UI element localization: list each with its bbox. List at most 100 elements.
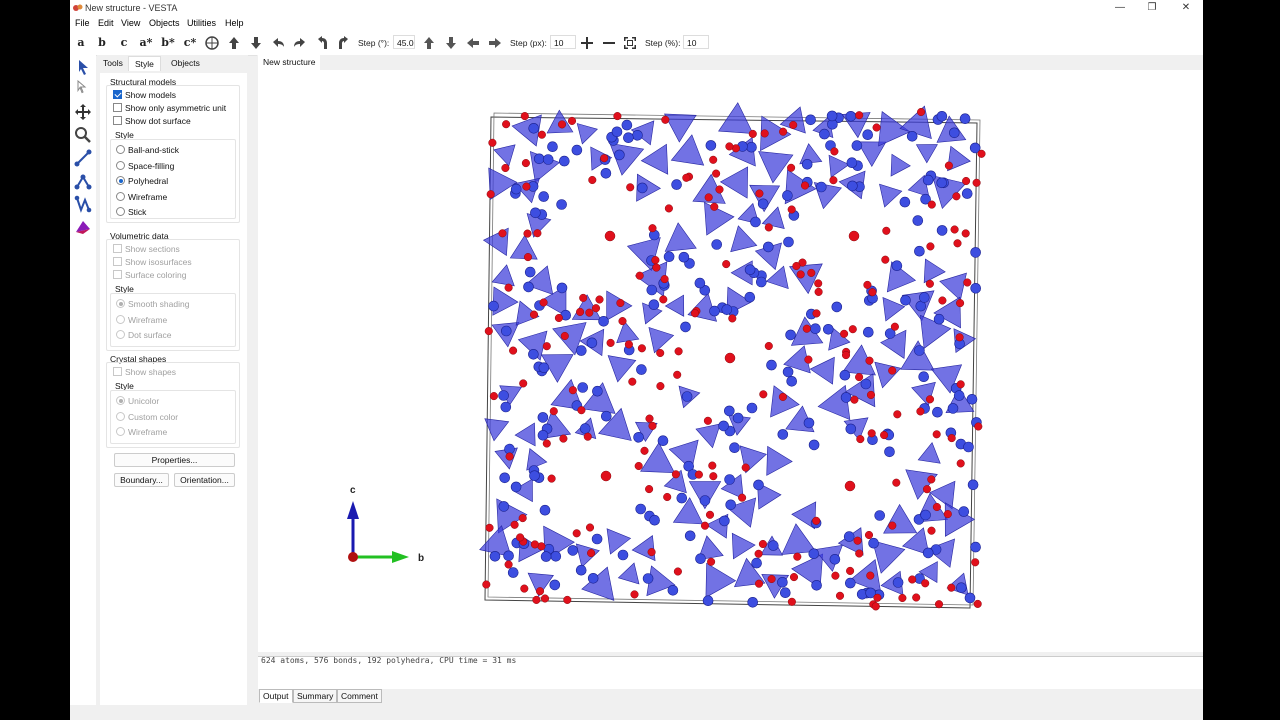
dihedral-tool-icon[interactable]	[74, 195, 92, 213]
show-isosurfaces-checkbox[interactable]	[113, 257, 122, 266]
atom	[958, 506, 970, 517]
view-along-b-star-button[interactable]: b*	[160, 35, 176, 51]
menu-file[interactable]: File	[75, 18, 90, 28]
atom	[633, 431, 644, 443]
atom	[592, 385, 603, 397]
translate-tool-icon[interactable]	[74, 103, 92, 121]
oxygen-atom	[814, 287, 823, 296]
minimize-icon[interactable]: —	[1105, 1, 1135, 15]
smooth-shading-radio[interactable]	[116, 299, 125, 308]
tab-summary[interactable]: Summary	[293, 689, 338, 703]
oxygen-atom	[848, 325, 857, 334]
view-along-c-star-button[interactable]: c*	[182, 35, 198, 51]
tab-comment[interactable]: Comment	[337, 689, 382, 703]
rotate-up-icon[interactable]	[226, 35, 242, 51]
vol-wireframe-radio[interactable]	[116, 315, 125, 324]
polyhedron	[883, 503, 918, 534]
distance-tool-icon[interactable]	[74, 149, 92, 167]
custom-color-radio[interactable]	[116, 412, 125, 421]
rotate-cw-icon[interactable]	[336, 35, 352, 51]
menu-view[interactable]: View	[121, 18, 140, 28]
step-pct-input[interactable]: 10	[683, 35, 709, 49]
show-models-checkbox[interactable]	[113, 90, 122, 99]
menu-help[interactable]: Help	[225, 18, 244, 28]
menu-objects[interactable]: Objects	[149, 18, 180, 28]
orientation-button[interactable]: Orientation...	[174, 473, 235, 487]
atom	[732, 412, 744, 424]
boundary-button[interactable]: Boundary...	[114, 473, 169, 487]
atom	[753, 479, 764, 491]
polyhedral-radio[interactable]	[116, 176, 125, 185]
surface-coloring-checkbox[interactable]	[113, 270, 122, 279]
oxygen-atom	[789, 573, 799, 582]
restore-icon[interactable]: ❐	[1137, 1, 1167, 15]
translate-left-icon[interactable]	[465, 35, 481, 51]
oxygen-atom	[927, 475, 936, 484]
atom	[822, 323, 834, 335]
crystal-wireframe-radio[interactable]	[116, 427, 125, 436]
translate-up-icon[interactable]	[421, 35, 437, 51]
polyhedron-tool-icon[interactable]	[74, 218, 92, 236]
menu-edit[interactable]: Edit	[98, 18, 114, 28]
magnify-icon[interactable]	[74, 126, 92, 144]
zoom-in-icon[interactable]	[579, 35, 595, 51]
rotate-ccw-icon[interactable]	[314, 35, 330, 51]
step-degree-input[interactable]: 45.0	[393, 35, 415, 49]
show-shapes-checkbox[interactable]	[113, 367, 122, 376]
atom	[963, 441, 974, 453]
show-sections-checkbox[interactable]	[113, 244, 122, 253]
select-arrow-icon[interactable]	[74, 58, 92, 76]
fit-to-screen-icon[interactable]	[622, 35, 638, 51]
view-along-b-button[interactable]: b	[94, 35, 110, 51]
view-along-a-button[interactable]: a	[73, 35, 89, 51]
select-multiple-icon[interactable]	[74, 79, 92, 97]
atom	[840, 392, 852, 403]
wireframe-radio[interactable]	[116, 192, 125, 201]
oxygen-atom	[520, 584, 529, 593]
atom	[539, 504, 551, 516]
rotate-right-icon[interactable]	[292, 35, 308, 51]
oxygen-atom	[956, 299, 965, 308]
atom	[724, 474, 735, 485]
rotate-down-icon[interactable]	[248, 35, 264, 51]
oxygen-atom	[664, 204, 673, 213]
asymmetric-unit-checkbox[interactable]	[113, 103, 122, 112]
oxygen-atom	[779, 127, 788, 136]
dot-surface-checkbox[interactable]	[113, 116, 122, 125]
unicolor-radio[interactable]	[116, 396, 125, 405]
view-along-c-button[interactable]: c	[116, 35, 132, 51]
oxygen-atom	[673, 567, 682, 576]
crystal-structure-render[interactable]: cb	[258, 70, 1203, 652]
atom	[577, 382, 589, 393]
atom	[783, 236, 794, 248]
tab-output[interactable]: Output	[259, 689, 293, 703]
zoom-out-icon[interactable]	[601, 35, 617, 51]
tab-style[interactable]: Style	[128, 56, 161, 71]
translate-down-icon[interactable]	[443, 35, 459, 51]
tab-objects[interactable]: Objects	[171, 58, 200, 68]
structure-viewport[interactable]: cb	[258, 70, 1203, 652]
step-px-input[interactable]: 10	[550, 35, 576, 49]
menu-utilities[interactable]: Utilities	[187, 18, 216, 28]
standard-orientation-icon[interactable]	[204, 35, 220, 51]
ball-and-stick-radio[interactable]	[116, 145, 125, 154]
tab-tools[interactable]: Tools	[103, 58, 123, 68]
translate-right-icon[interactable]	[487, 35, 503, 51]
angle-tool-icon[interactable]	[74, 172, 92, 190]
atom	[846, 157, 858, 168]
stick-radio[interactable]	[116, 207, 125, 216]
close-icon[interactable]: ✕	[1171, 1, 1201, 15]
atom	[932, 406, 943, 418]
vol-dot-surface-radio[interactable]	[116, 330, 125, 339]
atom	[918, 371, 930, 383]
atom	[587, 572, 599, 584]
oxygen-atom	[758, 539, 767, 549]
oxygen-atom	[950, 225, 959, 234]
space-filling-radio[interactable]	[116, 161, 125, 170]
oxygen-atom	[703, 416, 712, 425]
properties-button[interactable]: Properties...	[114, 453, 235, 467]
oxygen-atom	[606, 338, 615, 347]
document-tab[interactable]: New structure	[258, 55, 321, 70]
rotate-left-icon[interactable]	[270, 35, 286, 51]
view-along-a-star-button[interactable]: a*	[138, 35, 154, 51]
